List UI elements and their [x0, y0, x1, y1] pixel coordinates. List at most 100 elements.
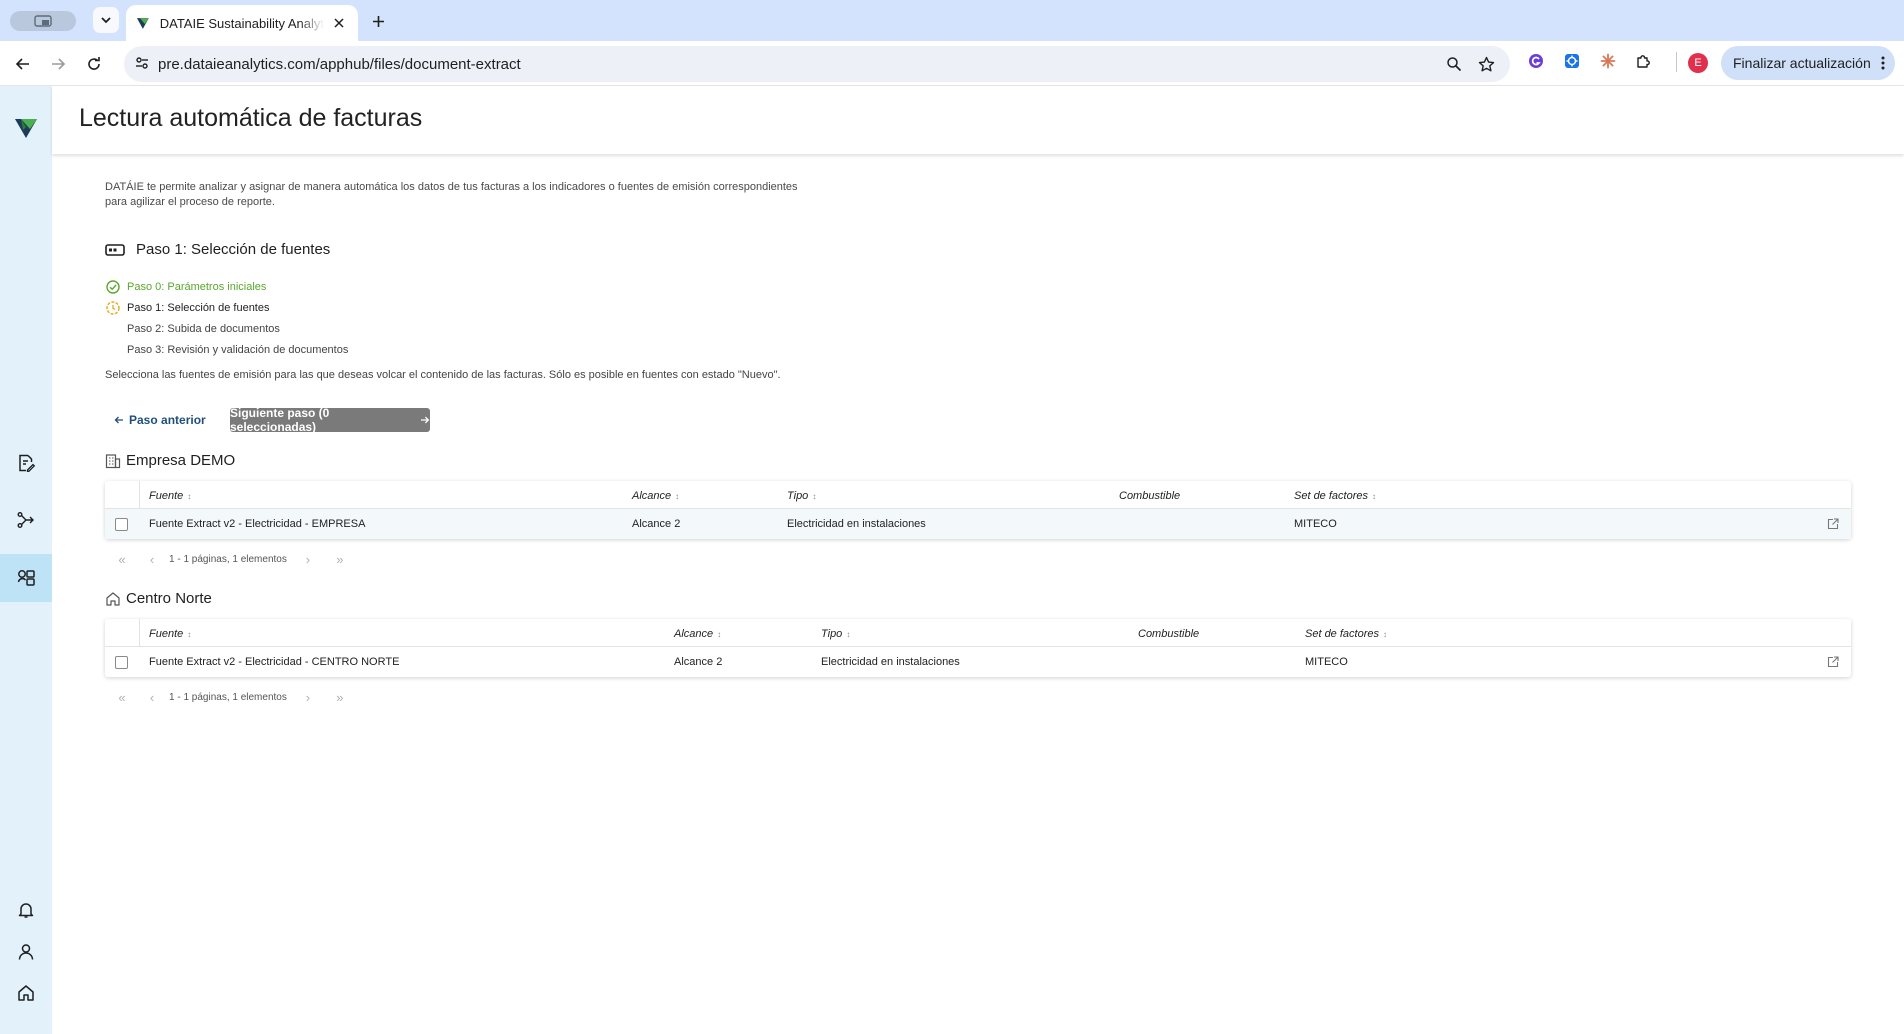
- pagination-text: 1 - 1 páginas, 1 elementos: [169, 554, 287, 565]
- pagination: « ‹ 1 - 1 páginas, 1 elementos › »: [115, 552, 347, 567]
- tab-group-button[interactable]: [10, 11, 76, 31]
- forward-button[interactable]: [45, 51, 71, 77]
- dataie-favicon-icon: [136, 18, 149, 29]
- stepper: Paso 0: Parámetros iniciales Paso 1: Sel…: [105, 276, 348, 360]
- arrow-left-icon: [114, 416, 123, 424]
- extension-blue-icon[interactable]: [1562, 51, 1582, 71]
- reload-icon: [88, 57, 100, 70]
- extensions-puzzle-icon[interactable]: [1634, 51, 1654, 71]
- sources-table: Fuente ↕ Alcance ↕ Tipo ↕ Combustible Set d…: [105, 619, 1851, 677]
- step-label: Paso 0: Parámetros iniciales: [127, 280, 267, 293]
- previous-step-button[interactable]: Paso anterior: [114, 409, 206, 431]
- next-step-button[interactable]: Siguiente paso (0 seleccionadas): [230, 406, 430, 434]
- cell-tipo: Electricidad en instalaciones: [821, 656, 960, 668]
- cell-set-factores: MITECO: [1294, 518, 1337, 530]
- cell-set-factores: MITECO: [1305, 656, 1348, 668]
- zoom-icon[interactable]: [1444, 54, 1464, 74]
- open-external-icon[interactable]: [1827, 518, 1839, 530]
- column-header-combustible: Combustible: [1119, 490, 1180, 502]
- column-header-fuente[interactable]: Fuente ↕: [149, 490, 191, 502]
- rail-item-apphub[interactable]: [0, 554, 52, 602]
- step-item-3: Paso 3: Revisión y validación de documen…: [105, 339, 348, 360]
- sort-icon: ↕: [717, 629, 722, 639]
- home-icon: [106, 591, 120, 606]
- toolbar-divider: [1676, 52, 1677, 72]
- arrow-right-icon: [421, 416, 430, 424]
- column-header-combustible: Combustible: [1138, 628, 1199, 640]
- column-label: Tipo: [821, 628, 843, 640]
- app-viewport: Lectura automática de facturas DATÁIE te…: [0, 86, 1904, 1034]
- column-header-tipo[interactable]: Tipo ↕: [787, 490, 816, 502]
- prev-page-icon[interactable]: ‹: [145, 690, 159, 705]
- column-label: Alcance: [632, 490, 672, 502]
- dataie-logo-icon[interactable]: [14, 116, 38, 145]
- side-rail: [0, 86, 52, 1034]
- next-page-icon[interactable]: ›: [301, 552, 315, 567]
- rail-item-profile[interactable]: [0, 930, 52, 974]
- address-bar[interactable]: pre.dataieanalytics.com/apphub/files/doc…: [124, 46, 1510, 82]
- step-spacer: [105, 321, 121, 337]
- sort-icon: ↕: [1383, 629, 1387, 639]
- last-page-icon[interactable]: »: [333, 690, 347, 705]
- finalize-update-label: Finalizar actualización: [1733, 55, 1871, 71]
- first-page-icon[interactable]: «: [115, 690, 129, 705]
- claude-extension-icon[interactable]: [1598, 51, 1618, 71]
- step-heading: Paso 1: Selección de fuentes: [105, 241, 330, 258]
- table-row[interactable]: Fuente Extract v2 - Electricidad - CENTR…: [105, 647, 1851, 677]
- column-label: Combustible: [1138, 628, 1200, 640]
- browser-toolbar: pre.dataieanalytics.com/apphub/files/doc…: [0, 41, 1904, 86]
- chevron-down-icon: [101, 17, 111, 24]
- step-item-2: Paso 2: Subida de documentos: [105, 318, 348, 339]
- new-tab-button[interactable]: [366, 9, 390, 33]
- row-checkbox[interactable]: [115, 518, 128, 531]
- step-item-0[interactable]: Paso 0: Parámetros iniciales: [105, 276, 348, 297]
- rail-item-notifications[interactable]: [0, 888, 52, 932]
- row-checkbox[interactable]: [115, 656, 128, 669]
- next-step-label: Siguiente paso (0 seleccionadas): [230, 406, 330, 434]
- table-header: Fuente ↕ Alcance ↕ Tipo ↕ Combustible Set d…: [105, 619, 1851, 647]
- group-name: Empresa DEMO: [126, 452, 236, 469]
- column-header-alcance[interactable]: Alcance ↕: [632, 490, 679, 502]
- column-header-fuente[interactable]: Fuente ↕: [149, 628, 191, 640]
- grammarly-extension-icon[interactable]: [1526, 51, 1546, 71]
- finalize-update-button[interactable]: Finalizar actualización: [1721, 46, 1895, 80]
- site-settings-icon[interactable]: [134, 55, 150, 71]
- document-edit-icon: [19, 454, 35, 472]
- main-content: Lectura automática de facturas DATÁIE te…: [52, 86, 1904, 1034]
- profile-avatar[interactable]: E: [1688, 53, 1708, 73]
- bell-icon: [18, 903, 34, 918]
- rail-item-home[interactable]: [0, 971, 52, 1015]
- apphub-icon: [17, 570, 35, 586]
- close-tab-icon[interactable]: [330, 14, 348, 32]
- url-text: pre.dataieanalytics.com/apphub/files/doc…: [158, 56, 521, 73]
- sort-icon: ↕: [846, 629, 851, 639]
- group-name: Centro Norte: [126, 590, 212, 607]
- tab-search-button[interactable]: [93, 7, 119, 33]
- first-page-icon[interactable]: «: [115, 552, 129, 567]
- prev-page-icon[interactable]: ‹: [145, 552, 159, 567]
- column-label: Set de factores: [1305, 628, 1379, 640]
- open-external-icon[interactable]: [1827, 656, 1839, 668]
- column-header-set-factores[interactable]: Set de factores ↕: [1305, 628, 1387, 640]
- pagination-text: 1 - 1 páginas, 1 elementos: [169, 692, 287, 703]
- plus-icon: [372, 15, 384, 27]
- reload-button[interactable]: [81, 51, 107, 77]
- table-row[interactable]: Fuente Extract v2 - Electricidad - EMPRE…: [105, 509, 1851, 539]
- step-item-1[interactable]: Paso 1: Selección de fuentes: [105, 297, 348, 318]
- cell-alcance: Alcance 2: [632, 518, 681, 530]
- bookmark-star-icon[interactable]: [1476, 54, 1496, 74]
- active-tab[interactable]: DATAIE Sustainability Analytics: [126, 5, 358, 41]
- column-header-tipo[interactable]: Tipo ↕: [821, 628, 850, 640]
- last-page-icon[interactable]: »: [333, 552, 347, 567]
- rail-item-documents[interactable]: [0, 441, 52, 485]
- group-title-empresa-demo: Empresa DEMO: [105, 452, 235, 469]
- back-button[interactable]: [10, 51, 36, 77]
- next-page-icon[interactable]: ›: [301, 690, 315, 705]
- rail-item-flow[interactable]: [0, 498, 52, 542]
- arrow-left-icon: [15, 58, 29, 70]
- intro-text: DATÁIE te permite analizar y asignar de …: [105, 181, 798, 208]
- column-header-alcance[interactable]: Alcance ↕: [674, 628, 721, 640]
- page-header: Lectura automática de facturas: [52, 86, 1904, 154]
- column-header-set-factores[interactable]: Set de factores ↕: [1294, 490, 1376, 502]
- pagination: « ‹ 1 - 1 páginas, 1 elementos › »: [115, 690, 347, 705]
